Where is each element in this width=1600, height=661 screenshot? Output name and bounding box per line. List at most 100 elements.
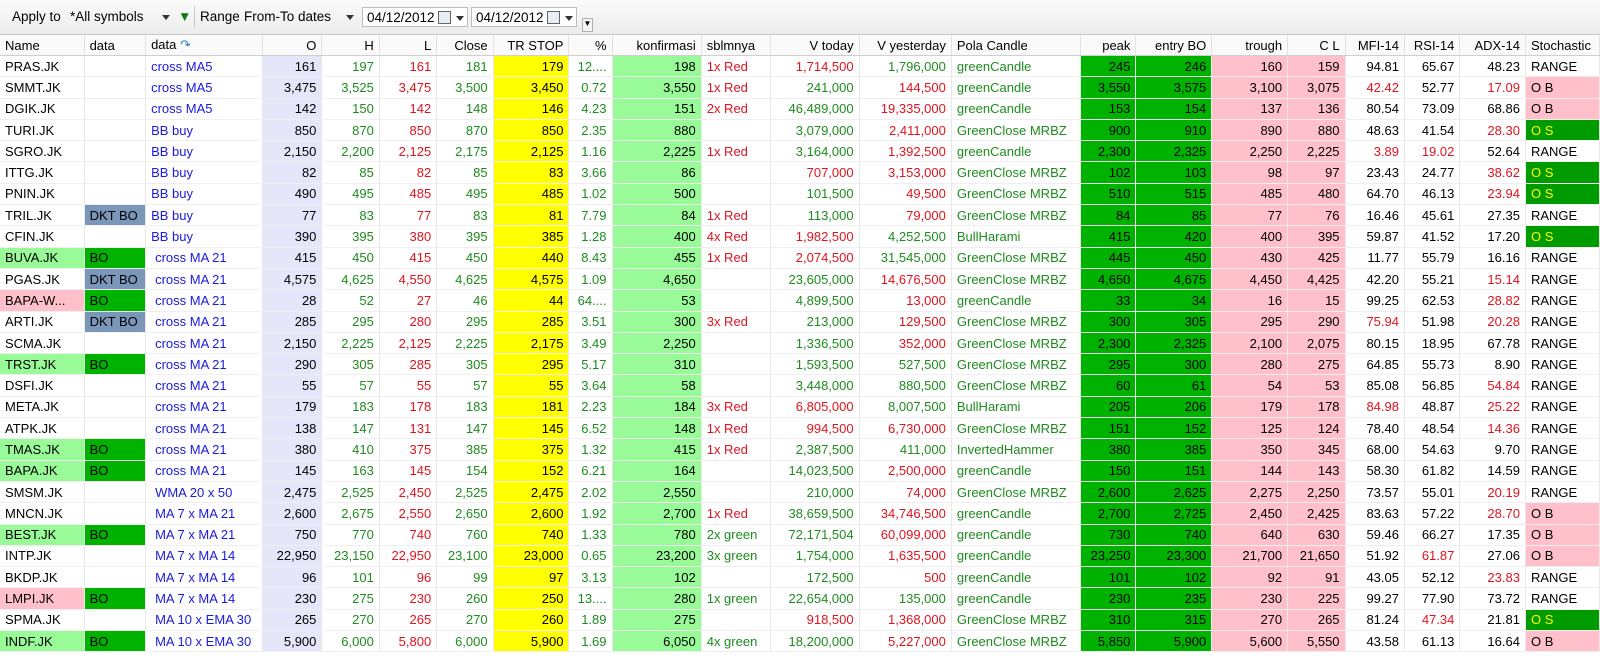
table-row[interactable]: SMMT.JK cross MA5 3,475 3,525 3,475 3,500 3,45… — [0, 76, 1600, 99]
column-header-v-yesterday[interactable]: V yesterday — [859, 35, 952, 56]
table-row[interactable]: MNCN.JK MA 7 x MA 21 2,600 2,675 2,550 2,650 2… — [0, 502, 1600, 525]
table-row[interactable]: BKDP.JK MA 7 x MA 14 96 101 96 99 97 3.13 102 172… — [0, 566, 1600, 589]
cell-percent: 2.02 — [568, 481, 613, 504]
cell-mfi: 94.81 — [1345, 55, 1406, 78]
table-row[interactable]: DSFI.JK cross MA 21 55 57 55 57 55 3.64 58 3,448,… — [0, 374, 1600, 397]
calendar-icon[interactable] — [547, 11, 560, 24]
cell-signal: BB buy — [145, 183, 263, 206]
column-header-high[interactable]: H — [321, 35, 380, 56]
table-row[interactable]: SMSM.JK WMA 20 x 50 2,475 2,525 2,450 2,525 2,… — [0, 481, 1600, 504]
cell-open: 77 — [262, 204, 323, 227]
cell-signal: MA 7 x MA 21 — [145, 524, 263, 546]
table-row[interactable]: ARTI.JK DKT BO cross MA 21 285 295 280 295 285 3… — [0, 311, 1600, 333]
column-header-peak[interactable]: peak — [1080, 35, 1137, 56]
cell-adx: 27.06 — [1459, 545, 1526, 568]
symbols-select[interactable]: *All symbols — [70, 7, 176, 27]
table-row[interactable]: PGAS.JK DKT BO cross MA 21 4,575 4,625 4,550 4… — [0, 268, 1600, 291]
table-row[interactable]: INDF.JK BO MA 10 x EMA 30 5,900 6,000 5,800 6,… — [0, 630, 1600, 653]
column-header-percent[interactable]: % — [568, 35, 613, 56]
table-row[interactable]: BEST.JK BO MA 7 x MA 21 750 770 740 760 740 1.33… — [0, 524, 1600, 546]
table-row[interactable]: SCMA.JK cross MA 21 2,150 2,225 2,125 2,225 2,… — [0, 332, 1600, 355]
cell-low: 4,550 — [379, 268, 438, 291]
cell-pola-candle: InvertedHammer — [951, 438, 1082, 461]
table-row[interactable]: DGIK.JK cross MA5 142 150 142 148 146 4.23 151 2x… — [0, 98, 1600, 120]
table-row[interactable]: CFIN.JK BB buy 390 395 380 395 385 1.28 400 4x Re… — [0, 225, 1600, 248]
table-row[interactable]: PNIN.JK BB buy 490 495 485 495 485 1.02 500 101,5… — [0, 183, 1600, 206]
table-row[interactable]: BAPA-W... BO cross MA 21 28 52 27 46 44 64.... 53… — [0, 289, 1600, 312]
cell-open: 22,950 — [262, 545, 323, 568]
table-row[interactable]: TURI.JK BB buy 850 870 850 870 850 2.35 880 3,079… — [0, 119, 1600, 142]
table-row[interactable]: BUVA.JK BO cross MA 21 415 450 415 450 440 8.43 4… — [0, 247, 1600, 269]
table-row[interactable]: SPMA.JK MA 10 x EMA 30 265 270 265 270 260 1.89… — [0, 609, 1600, 632]
column-header-pola-candle[interactable]: Pola Candle — [951, 35, 1082, 56]
cell-low: 82 — [379, 161, 438, 184]
cell-stochastic: RANGE — [1525, 566, 1600, 589]
table-row[interactable]: ATPK.JK cross MA 21 138 147 131 147 145 6.52 148… — [0, 417, 1600, 440]
chevron-down-icon[interactable] — [456, 16, 464, 21]
column-header-sblmnya[interactable]: sblmnya — [701, 35, 772, 56]
column-header-trough[interactable]: trough — [1211, 35, 1289, 56]
column-header-stochastic[interactable]: Stochastic — [1525, 35, 1600, 56]
cell-peak: 23,250 — [1080, 545, 1137, 568]
cell-stochastic: O B — [1525, 502, 1600, 525]
column-header-konfirmasi[interactable]: konfirmasi — [612, 35, 702, 56]
column-header-data-signal[interactable]: data ↷ — [145, 35, 263, 56]
column-header-data[interactable]: data — [84, 35, 147, 56]
column-header-v-today[interactable]: V today — [770, 35, 860, 56]
cell-rsi: 48.87 — [1404, 396, 1461, 419]
table-row[interactable]: TRIL.JK DKT BO BB buy 77 83 77 83 81 7.79 84 1x Re… — [0, 204, 1600, 227]
toolbar-overflow-icon[interactable]: ▼ — [582, 18, 593, 32]
cell-name: DSFI.JK — [0, 374, 85, 397]
cell-pola-candle: greenCandle — [951, 289, 1082, 312]
table-row[interactable]: INTP.JK MA 7 x MA 14 22,950 23,150 22,950 23,… — [0, 545, 1600, 568]
cell-mfi: 85.08 — [1345, 374, 1406, 397]
to-date-field[interactable]: 04/12/2012 — [471, 7, 577, 27]
filter-icon[interactable]: ▼ — [178, 7, 191, 27]
cell-stochastic: O B — [1525, 630, 1600, 653]
cell-rsi: 61.87 — [1404, 545, 1461, 568]
cell-v-yesterday: 144,500 — [859, 76, 952, 99]
cell-close: 260 — [436, 587, 494, 610]
table-row[interactable]: META.JK cross MA 21 179 183 178 183 181 2.23 184… — [0, 396, 1600, 419]
table-row[interactable]: TMAS.JK BO cross MA 21 380 410 375 385 375 1.32 4… — [0, 438, 1600, 461]
table-row[interactable]: BAPA.JK BO cross MA 21 145 163 145 154 152 6.21 1… — [0, 460, 1600, 482]
column-header-cl[interactable]: C L — [1287, 35, 1346, 56]
cell-close: 148 — [436, 98, 494, 120]
cell-konfirmasi: 280 — [612, 587, 702, 610]
column-header-name[interactable]: Name — [0, 35, 85, 56]
column-header-low[interactable]: L — [379, 35, 438, 56]
table-row[interactable]: LMPI.JK BO MA 7 x MA 14 230 275 230 260 250 13..… — [0, 587, 1600, 610]
range-select[interactable]: From-To dates — [244, 7, 358, 27]
sort-icon[interactable]: ↷ — [176, 37, 191, 52]
grid-body: PRAS.JK cross MA5 161 197 161 181 179 12.... 198… — [0, 55, 1600, 653]
calendar-icon[interactable] — [438, 11, 451, 24]
cell-v-today: 210,000 — [770, 481, 860, 504]
cell-konfirmasi: 102 — [612, 566, 702, 589]
cell-open: 5,900 — [262, 630, 323, 653]
cell-signal: cross MA 21 — [145, 396, 263, 419]
column-header-adx-14[interactable]: ADX-14 — [1459, 35, 1526, 56]
data-grid: Name data data ↷ O H L Close TR STOP% konfirmasi… — [0, 35, 1600, 653]
table-row[interactable]: PRAS.JK cross MA5 161 197 161 181 179 12.... 198… — [0, 55, 1600, 78]
from-date-field[interactable]: 04/12/2012 — [362, 7, 468, 27]
cell-low: 22,950 — [379, 545, 438, 568]
table-row[interactable]: TRST.JK BO cross MA 21 290 305 285 305 295 5.17 3… — [0, 353, 1600, 376]
table-row[interactable]: SGRO.JK BB buy 2,150 2,200 2,125 2,175 2,125 1.… — [0, 140, 1600, 163]
cell-v-today: 707,000 — [770, 161, 860, 184]
column-header-mfi-14[interactable]: MFI-14 — [1345, 35, 1406, 56]
cell-sblmnya: 2x green — [701, 524, 772, 546]
column-header-tr-stop[interactable]: TR STOP — [493, 35, 570, 56]
chevron-down-icon[interactable] — [565, 16, 573, 21]
cell-cl: 225 — [1287, 587, 1346, 610]
cell-open: 179 — [262, 396, 323, 419]
cell-konfirmasi: 2,250 — [612, 332, 702, 355]
cell-sblmnya — [701, 183, 772, 206]
table-row[interactable]: ITTG.JK BB buy 82 85 82 85 83 3.66 86 707,000 3,15… — [0, 161, 1600, 184]
column-header-open[interactable]: O — [262, 35, 323, 56]
cell-name: DGIK.JK — [0, 98, 85, 120]
column-header-close[interactable]: Close — [436, 35, 494, 56]
column-header-entry-bo[interactable]: entry BO — [1135, 35, 1213, 56]
column-header-rsi-14[interactable]: RSI-14 — [1404, 35, 1461, 56]
cell-low: 285 — [379, 353, 438, 376]
cell-peak: 2,700 — [1080, 502, 1137, 525]
